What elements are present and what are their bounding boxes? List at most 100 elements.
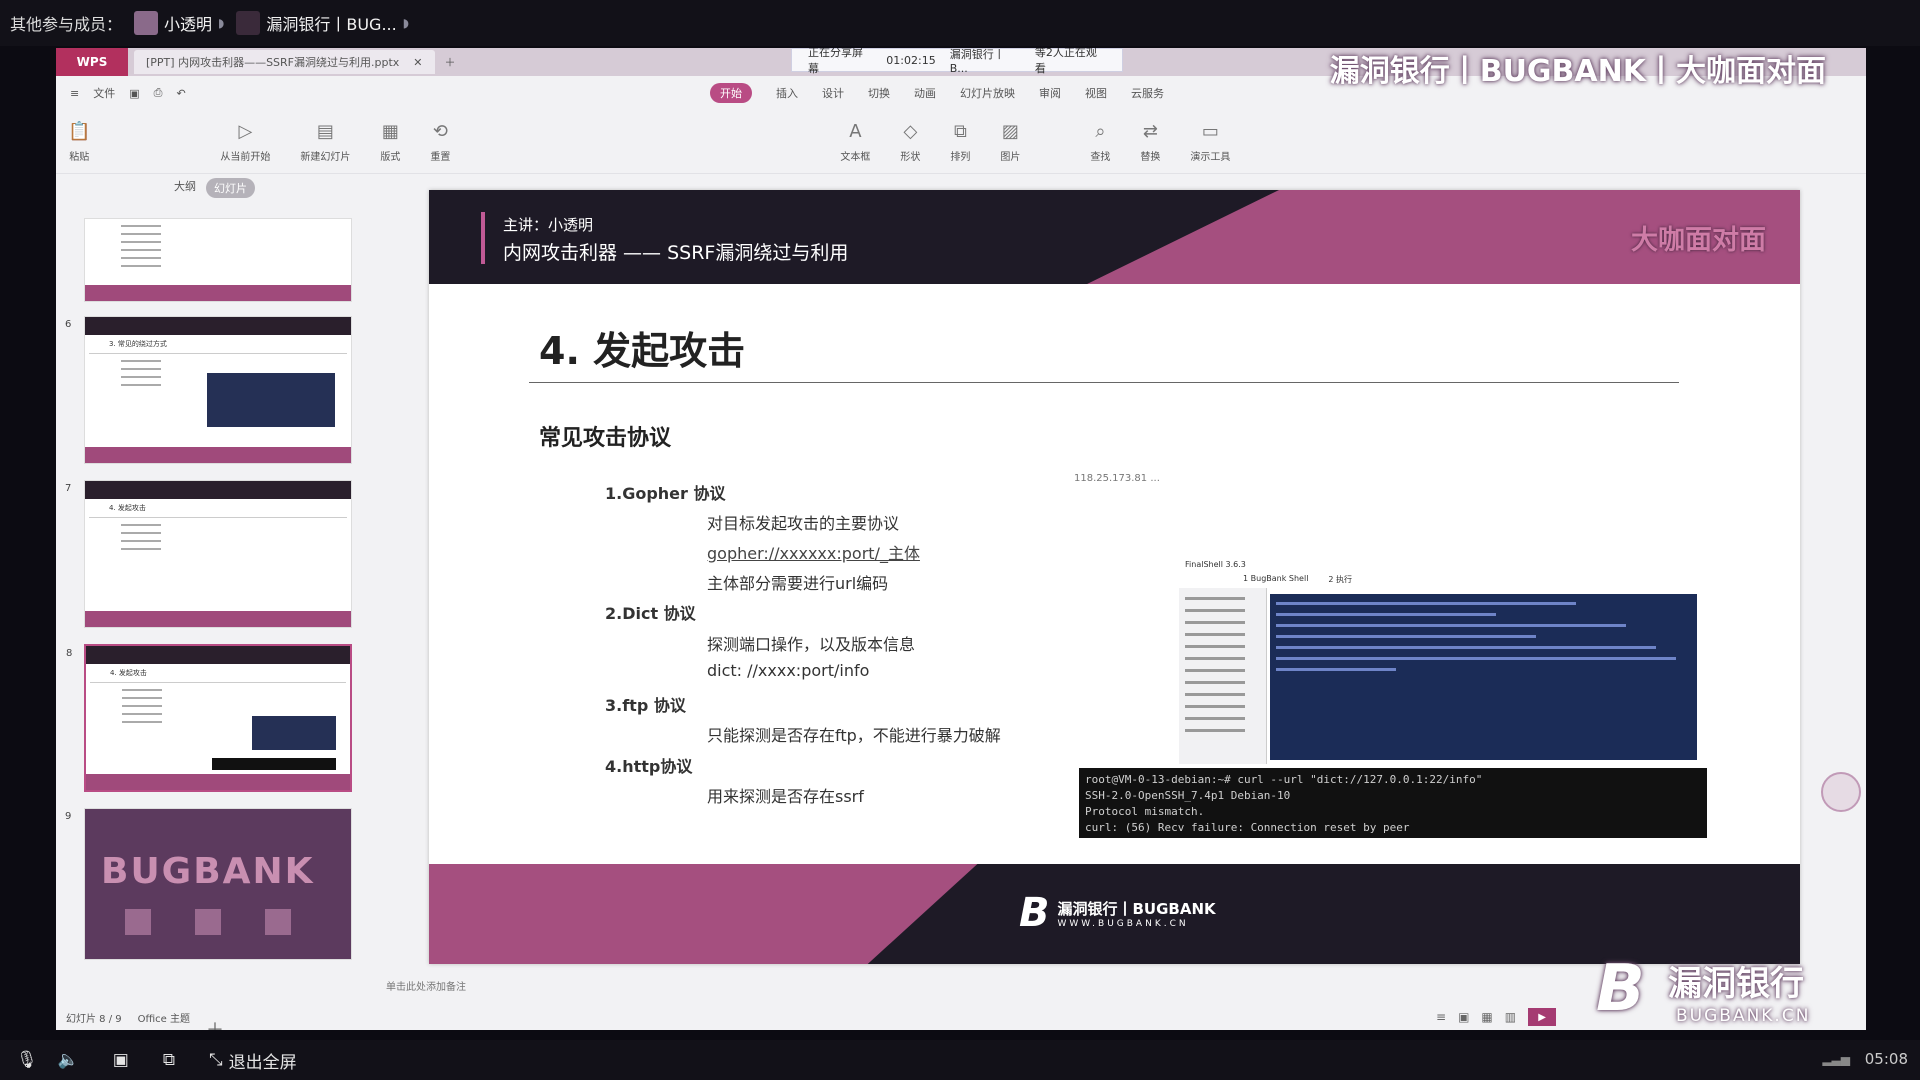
- tab-insert[interactable]: 插入: [776, 85, 798, 101]
- presenter: 主讲：小透明: [503, 216, 594, 234]
- start-from-current-button[interactable]: ▷ 从当前开始: [220, 121, 270, 163]
- new-slide-label: 新建幻灯片: [300, 151, 351, 163]
- slide-thumbnail-8[interactable]: 8 4. 发起攻击: [66, 644, 352, 792]
- sorter-view-icon[interactable]: ▦: [1481, 1010, 1492, 1024]
- replace-icon: ⇄: [1142, 120, 1158, 142]
- avatar: [236, 11, 261, 35]
- slide-subheading: 常见攻击协议: [539, 426, 672, 451]
- participant-name: 小透明: [164, 15, 213, 34]
- course-topic: 内网攻击利器 —— SSRF漏洞绕过与利用: [503, 242, 849, 264]
- slide-thumbnail-7[interactable]: 7 4. 发起攻击: [65, 480, 352, 628]
- camera-off-icon[interactable]: ▣: [113, 1050, 129, 1070]
- tab-animation[interactable]: 动画: [914, 85, 936, 101]
- terminal-line: curl: (56) Recv failure: Connection rese…: [1085, 821, 1410, 834]
- close-icon[interactable]: ✕: [413, 56, 422, 69]
- paste-label: 粘贴: [69, 151, 90, 163]
- new-slide-icon: ▤: [316, 120, 334, 142]
- picture-button[interactable]: ▨ 图片: [1000, 121, 1020, 163]
- menu-icon[interactable]: ≡: [70, 87, 79, 100]
- layout-button[interactable]: ▦ 版式: [380, 121, 400, 163]
- shape-button[interactable]: ◇ 形状: [900, 121, 920, 163]
- slide-title: 4. 发起攻击: [539, 329, 746, 373]
- play-icon: ▷: [238, 120, 253, 142]
- slide-number: 8: [66, 648, 73, 659]
- find-button[interactable]: ⌕ 查找: [1090, 121, 1110, 163]
- terminal-line: root@VM-0-13-debian:~# curl --url "dict:…: [1085, 773, 1483, 786]
- slide-counter: 幻灯片 8 / 9: [66, 1013, 122, 1025]
- tab-transition[interactable]: 切换: [868, 85, 890, 101]
- replace-button[interactable]: ⇄ 替换: [1140, 121, 1160, 163]
- print-icon[interactable]: ⎙: [154, 86, 163, 100]
- tab-slideshow[interactable]: 幻灯片放映: [960, 85, 1015, 101]
- slide-thumbnail-title: 4. 发起攻击: [90, 664, 346, 683]
- protocol-title: 2.Dict 协议: [605, 604, 696, 623]
- protocol-title: 4.http协议: [605, 757, 693, 776]
- protocol-title: 1.Gopher 协议: [605, 484, 726, 503]
- replace-label: 替换: [1140, 151, 1161, 163]
- reset-button[interactable]: ⟲ 重置: [430, 121, 450, 163]
- participants-bar: 其他参与成员： 小透明 ◗ 漏洞银行丨BUG... ◗: [0, 0, 1920, 46]
- slide-footer: B 漏洞银行丨BUGBANK WWW.BUGBANK.CN: [429, 864, 1800, 964]
- slide-header: 主讲：小透明 内网攻击利器 —— SSRF漏洞绕过与利用 大咖面对面: [429, 190, 1800, 284]
- tab-cloud[interactable]: 云服务: [1131, 85, 1164, 101]
- exit-fullscreen-label: 退出全屏: [228, 1052, 297, 1073]
- call-timer: 05:08: [1864, 1050, 1908, 1068]
- slide-thumbnail-title: 4. 发起攻击: [89, 499, 347, 518]
- undo-icon[interactable]: ↶: [176, 87, 185, 100]
- brand-logo: 大咖面对面: [1631, 225, 1766, 256]
- floating-avatar[interactable]: [1821, 772, 1861, 812]
- tab-home[interactable]: 开始: [710, 83, 752, 103]
- slide-thumbnails-panel: 大纲 幻灯片 6 3. 常见的绕过方式 7 4. 发起攻击 8 4. 发起攻击: [56, 178, 366, 1030]
- wps-logo[interactable]: WPS: [56, 48, 128, 76]
- tab-outline[interactable]: 大纲: [174, 178, 196, 198]
- notes-view-icon[interactable]: ≡: [1436, 1010, 1446, 1024]
- slide-thumbnail-5[interactable]: [84, 218, 352, 302]
- slide-canvas[interactable]: 主讲：小透明 内网攻击利器 —— SSRF漏洞绕过与利用 大咖面对面 4. 发起…: [429, 190, 1800, 964]
- menu-file[interactable]: 文件: [93, 85, 115, 101]
- slide-number: 6: [65, 319, 72, 330]
- mic-muted-icon[interactable]: 🎙: [16, 1050, 38, 1070]
- ribbon: 📋 粘贴 ▷ 从当前开始 ▤ 新建幻灯片 ▦ 版式 ⟲ 重置 A 文本框 ◇ 形状 ⧉ 排列 ▨…: [56, 110, 1866, 174]
- normal-view-icon[interactable]: ▣: [1458, 1010, 1469, 1024]
- new-tab-icon[interactable]: ＋: [445, 54, 456, 70]
- layout-label: 版式: [380, 151, 401, 163]
- exit-fullscreen-button[interactable]: ⤡ 退出全屏: [209, 1048, 297, 1073]
- tab-view[interactable]: 视图: [1085, 85, 1107, 101]
- notes-placeholder[interactable]: 单击此处添加备注: [386, 978, 466, 993]
- find-label: 查找: [1090, 151, 1111, 163]
- paste-button[interactable]: 📋 粘贴: [68, 121, 90, 163]
- reading-view-icon[interactable]: ▥: [1505, 1010, 1516, 1024]
- protocol-line: 对目标发起攻击的主要协议: [707, 514, 900, 533]
- tools-label: 演示工具: [1190, 151, 1231, 163]
- presentation-tools-button[interactable]: ▭ 演示工具: [1190, 121, 1230, 163]
- terminal-line: Protocol mismatch.: [1085, 805, 1205, 818]
- document-tab[interactable]: [PPT] 内网攻击利器——SSRF漏洞绕过与利用.pptx ✕: [134, 50, 435, 74]
- protocol-title: 3.ftp 协议: [605, 696, 686, 715]
- protocol-line: 主体部分需要进行url编码: [707, 574, 889, 593]
- share-status: 正在分享屏幕: [808, 48, 863, 75]
- exit-fullscreen-icon: ⤡: [208, 1050, 223, 1070]
- watermark-cn: 漏洞银行: [1668, 964, 1804, 1004]
- arrange-button[interactable]: ⧉ 排列: [950, 121, 970, 163]
- new-slide-button[interactable]: ▤ 新建幻灯片: [300, 121, 350, 163]
- slideshow-play-button[interactable]: ▶: [1528, 1008, 1557, 1026]
- textbox-button[interactable]: A 文本框: [840, 121, 870, 163]
- paste-icon: 📋: [68, 120, 91, 142]
- slide-number: 7: [65, 483, 72, 494]
- slide-thumbnail-6[interactable]: 6 3. 常见的绕过方式: [65, 316, 352, 464]
- participant-1[interactable]: 小透明 ◗: [134, 11, 224, 35]
- tab-design[interactable]: 设计: [822, 85, 844, 101]
- screen-share-icon[interactable]: ⧉: [163, 1050, 175, 1070]
- participant-name: 漏洞银行丨BUG...: [266, 15, 397, 34]
- tab-review[interactable]: 审阅: [1039, 85, 1061, 101]
- bugbank-b-icon: B: [1019, 890, 1050, 936]
- tools-icon: ▭: [1201, 120, 1219, 142]
- footer-logo-text: 漏洞银行丨BUGBANK: [1057, 899, 1216, 918]
- slide-number: 9: [65, 811, 72, 822]
- tab-slides[interactable]: 幻灯片: [206, 178, 255, 198]
- slide-thumbnail-title: 3. 常见的绕过方式: [89, 335, 347, 354]
- participant-2[interactable]: 漏洞银行丨BUG... ◗: [236, 11, 409, 35]
- speaker-icon[interactable]: 🔈: [58, 1050, 79, 1070]
- save-icon[interactable]: ▣: [129, 87, 139, 100]
- slide-thumbnail-9[interactable]: 9 BUGBANK: [65, 808, 352, 960]
